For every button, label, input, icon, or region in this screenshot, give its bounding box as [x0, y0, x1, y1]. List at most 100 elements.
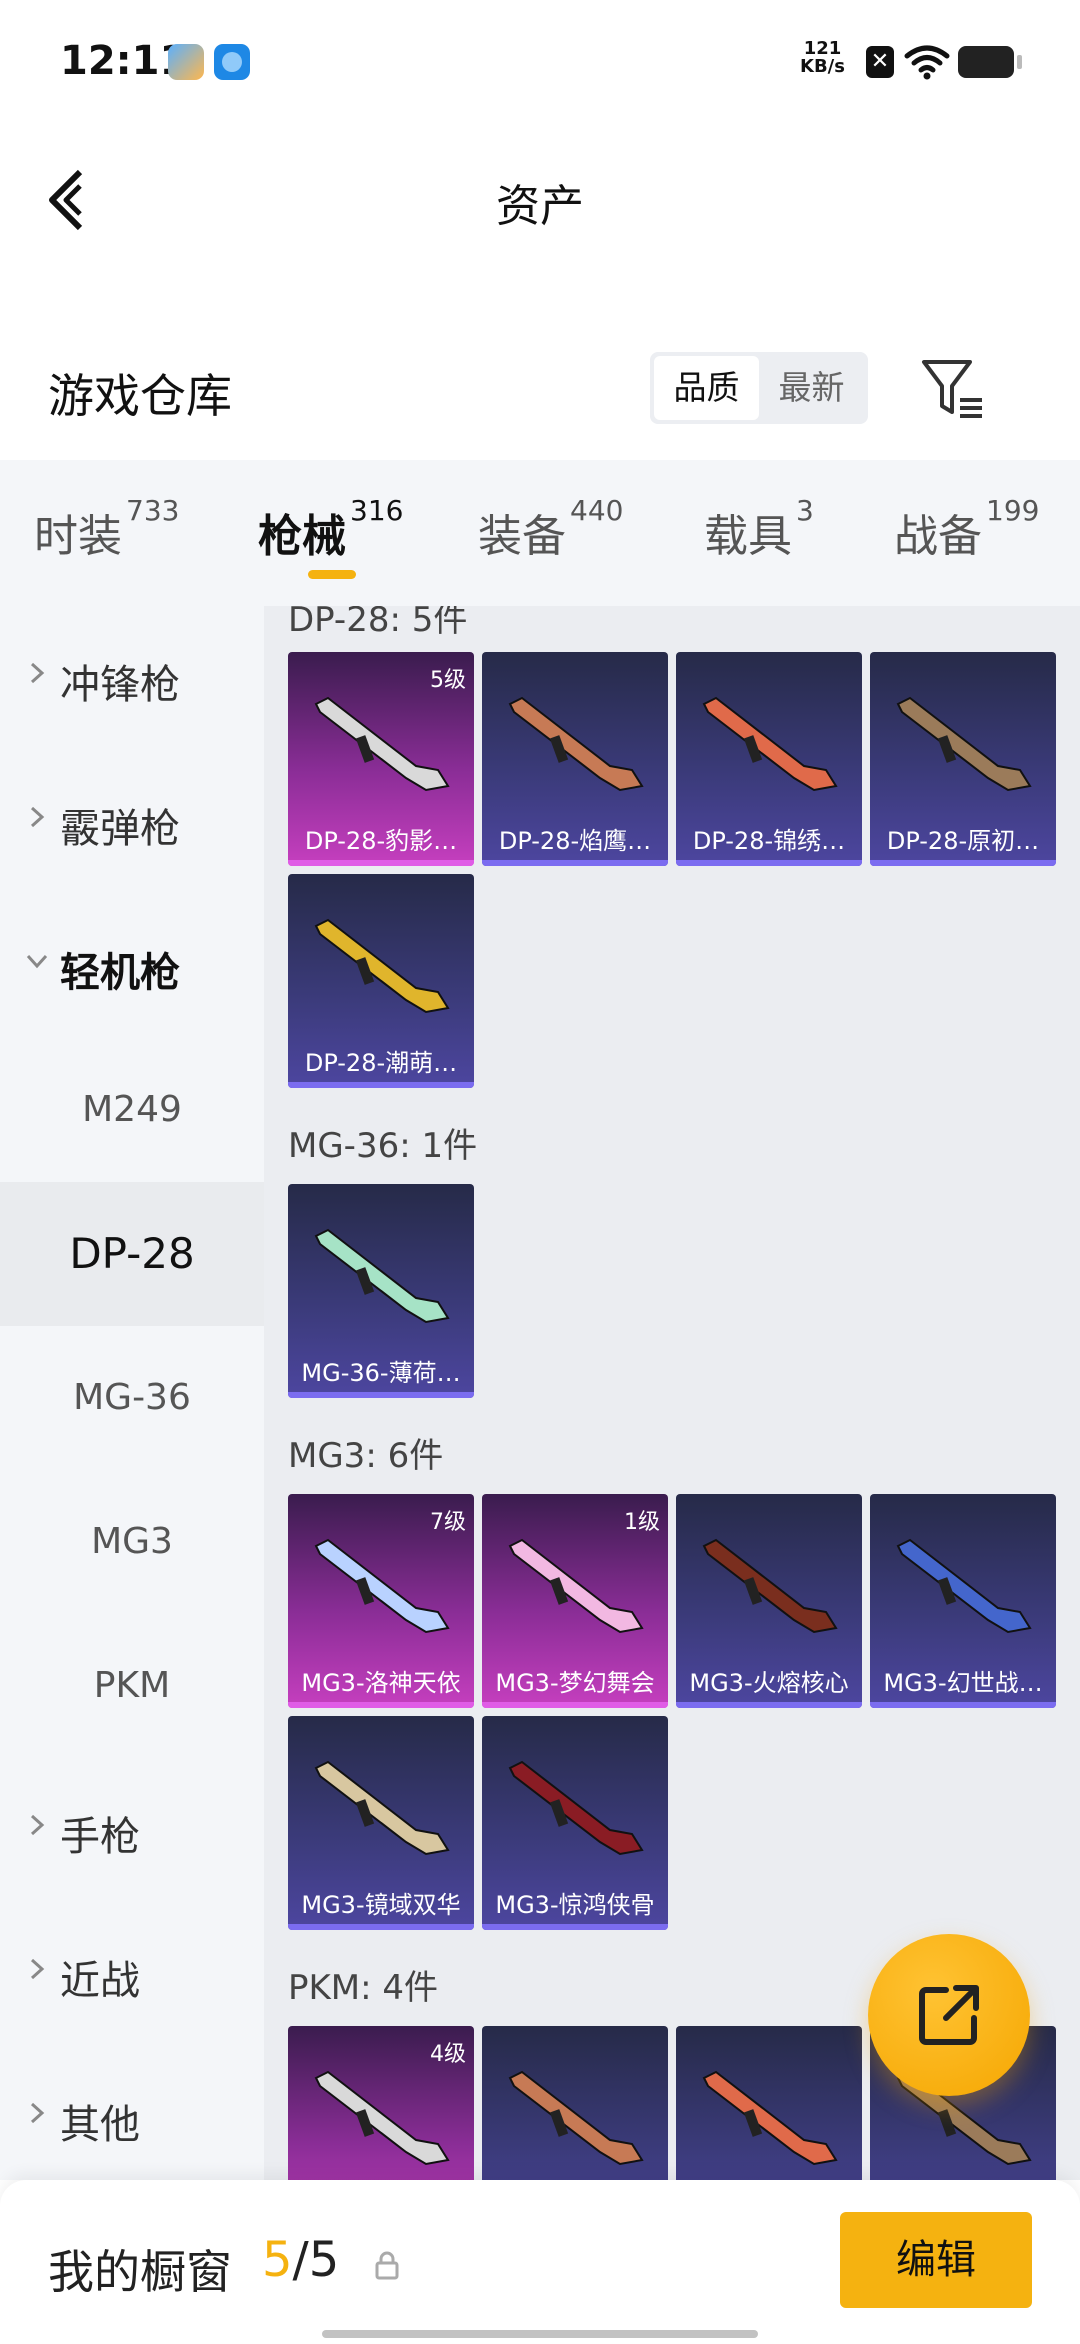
- tab-fashion[interactable]: 时装733: [34, 494, 179, 564]
- tab-equipment[interactable]: 装备440: [478, 494, 623, 564]
- sidebar-item-shotgun[interactable]: 霰弹枪: [0, 750, 264, 894]
- weapon-image-icon: [702, 2070, 838, 2166]
- filter-icon[interactable]: [920, 356, 986, 422]
- sidebar-sub-dp28[interactable]: DP-28: [0, 1182, 264, 1326]
- sidebar-item-label: 冲锋枪: [60, 662, 180, 708]
- group-header-pkm: PKM: 4件: [288, 1968, 439, 2008]
- showcase-current: 5: [262, 2232, 293, 2288]
- rarity-bar: [288, 860, 474, 866]
- rarity-bar: [870, 1702, 1056, 1708]
- tab-count: 440: [570, 494, 624, 527]
- notification-app-icon: [168, 44, 204, 80]
- weapon-name: MG3-梦幻舞会: [495, 1669, 655, 1697]
- sort-newest-option[interactable]: 最新: [759, 356, 864, 420]
- showcase-total: /5: [292, 2232, 340, 2288]
- warehouse-title: 游戏仓库: [48, 369, 232, 423]
- share-fab[interactable]: [868, 1934, 1030, 2096]
- sidebar-sub-mg36[interactable]: MG-36: [0, 1326, 264, 1470]
- weapon-name: DP-28-原初…: [886, 827, 1040, 855]
- rarity-bar: [482, 1702, 668, 1708]
- tab-label: 装备: [478, 511, 566, 562]
- weapon-image-icon: [508, 696, 644, 792]
- group-header-mg3: MG3: 6件: [288, 1436, 444, 1476]
- rarity-bar: [482, 860, 668, 866]
- sidebar-sub-m249[interactable]: M249: [0, 1038, 264, 1182]
- tab-label: 载具: [704, 511, 792, 562]
- network-speed: 121 KB/s: [800, 40, 845, 76]
- weapon-card[interactable]: MG3-火熔核心: [676, 1494, 862, 1708]
- group-header-dp28: DP-28: 5件: [288, 606, 468, 640]
- sidebar-item-smg[interactable]: 冲锋枪: [0, 606, 264, 750]
- rarity-bar: [288, 1702, 474, 1708]
- tab-label: 战备: [894, 511, 982, 562]
- page-title: 资产: [496, 181, 584, 232]
- weapon-card[interactable]: 4级: [288, 2026, 474, 2180]
- top-app-bar: 资产: [0, 140, 1080, 260]
- weapon-card[interactable]: 1级 MG3-梦幻舞会: [482, 1494, 668, 1708]
- sort-quality-option[interactable]: 品质: [654, 356, 759, 420]
- tab-count: 3: [796, 494, 814, 527]
- weapon-card[interactable]: MG3-惊鸿侠骨: [482, 1716, 668, 1930]
- weapon-card[interactable]: DP-28-焰鹰…: [482, 652, 668, 866]
- showcase-count: 5/5: [262, 2232, 339, 2288]
- edit-button[interactable]: 编辑: [840, 2212, 1032, 2308]
- sidebar-item-pistol[interactable]: 手枪: [0, 1758, 264, 1902]
- tab-supplies[interactable]: 战备199: [894, 494, 1039, 564]
- weapon-name: DP-28-焰鹰…: [498, 827, 652, 855]
- weapon-image-icon: [314, 918, 450, 1014]
- weapon-name: MG3-镜域双华: [301, 1891, 461, 1919]
- chevron-right-icon: [30, 806, 45, 828]
- rarity-bar: [676, 1702, 862, 1708]
- chevron-right-icon: [30, 662, 45, 684]
- sidebar-item-label: 近战: [60, 1958, 140, 2004]
- chevron-right-icon: [30, 2102, 45, 2124]
- rarity-bar: [288, 1082, 474, 1088]
- weapon-card[interactable]: DP-28-锦绣…: [676, 652, 862, 866]
- home-indicator: [322, 2330, 758, 2338]
- rarity-bar: [482, 1924, 668, 1930]
- sidebar-item-lmg[interactable]: 轻机枪: [0, 894, 264, 1038]
- weapon-image-icon: [508, 1760, 644, 1856]
- weapon-image-icon: [702, 1538, 838, 1634]
- weapon-card[interactable]: 7级 MG3-洛神天依: [288, 1494, 474, 1708]
- category-tabs: 时装733 枪械316 装备440 载具3 战备199: [0, 460, 1080, 606]
- weapon-image-icon: [314, 1760, 450, 1856]
- sidebar-item-melee[interactable]: 近战: [0, 1902, 264, 2046]
- weapon-card[interactable]: MG3-幻世战…: [870, 1494, 1056, 1708]
- weapon-name: DP-28-豹影…: [304, 827, 458, 855]
- sidebar-item-other[interactable]: 其他: [0, 2046, 264, 2190]
- sidebar-item-label: 霰弹枪: [60, 806, 180, 852]
- weapon-level-badge: 7级: [430, 1510, 466, 1535]
- rarity-bar: [676, 860, 862, 866]
- rarity-bar: [288, 1924, 474, 1930]
- weapon-card[interactable]: 5级 DP-28-豹影…: [288, 652, 474, 866]
- assets-page: 12:11 121 KB/s ✕ 资产 游戏仓库 品质 最新 时装733 枪械3…: [0, 0, 1080, 2344]
- sidebar-item-label: 手枪: [60, 1814, 140, 1860]
- weapon-name: MG3-洛神天依: [301, 1669, 461, 1697]
- sidebar-sub-mg3[interactable]: MG3: [0, 1470, 264, 1614]
- lock-icon: [375, 2251, 399, 2280]
- warehouse-toolbar: 游戏仓库 品质 最新: [0, 340, 1080, 440]
- tab-guns[interactable]: 枪械316: [258, 494, 403, 564]
- weapon-card[interactable]: [676, 2026, 862, 2180]
- status-bar: 12:11 121 KB/s ✕: [0, 0, 1080, 120]
- weapon-card[interactable]: DP-28-潮萌…: [288, 874, 474, 1088]
- sidebar-sub-pkm[interactable]: PKM: [0, 1614, 264, 1758]
- tab-label: 枪械: [258, 511, 346, 562]
- tab-count: 316: [350, 494, 404, 527]
- weapon-name: MG3-火熔核心: [689, 1669, 849, 1697]
- battery-icon: [958, 46, 1022, 78]
- chevron-down-icon: [26, 954, 48, 969]
- weapon-image-icon: [896, 696, 1032, 792]
- weapon-image-icon: [896, 1538, 1032, 1634]
- weapon-card[interactable]: DP-28-原初…: [870, 652, 1056, 866]
- rarity-bar: [870, 860, 1056, 866]
- sidebar-item-label: 轻机枪: [60, 950, 180, 996]
- weapon-card[interactable]: MG3-镜域双华: [288, 1716, 474, 1930]
- weapon-card[interactable]: MG-36-薄荷…: [288, 1184, 474, 1398]
- weapon-card[interactable]: [482, 2026, 668, 2180]
- tab-count: 199: [986, 494, 1040, 527]
- tab-vehicles[interactable]: 载具3: [704, 494, 814, 564]
- network-speed-unit: KB/s: [800, 56, 845, 77]
- weapon-image-icon: [702, 696, 838, 792]
